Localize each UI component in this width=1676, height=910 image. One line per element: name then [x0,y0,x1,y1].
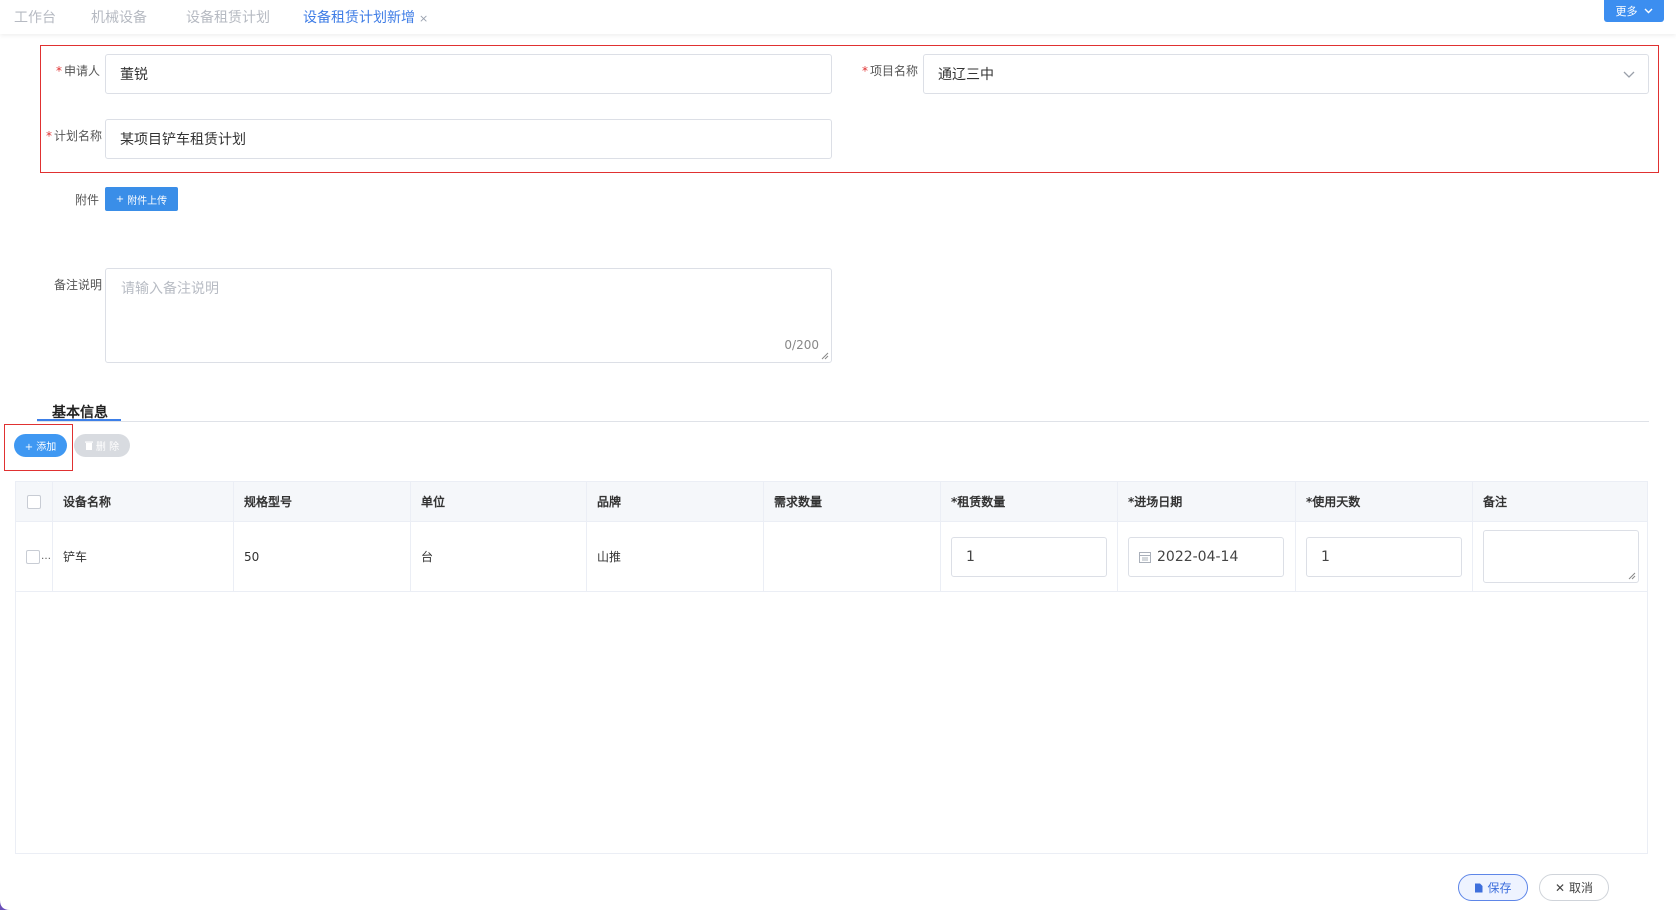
tab-rental-plan-new[interactable]: 设备租赁计划新增 × [303,7,428,27]
more-button[interactable]: 更多 [1604,0,1664,22]
equipment-table: 设备名称 规格型号 单位 品牌 需求数量 *租赁数量 *进场日期 *使用天数 备… [15,481,1648,854]
plus-icon: + [115,193,125,205]
chevron-down-icon [1644,8,1652,14]
plan-name-label: * 计划名称 [46,129,103,143]
row-remark-textarea[interactable] [1483,530,1639,583]
table-row: … 铲车 50 台 山推 1 2022-04-14 1 [16,522,1647,592]
chevron-down-icon [1623,71,1635,78]
column-header: 需求数量 [764,482,941,521]
calendar-icon [1139,551,1151,563]
row-checkbox[interactable] [26,549,40,564]
delete-button[interactable]: 删 除 [74,434,130,457]
save-button[interactable]: 保存 [1458,874,1528,901]
use-days-input[interactable]: 1 [1306,536,1462,577]
remark-char-count: 0/200 [784,338,819,352]
column-header: *使用天数 [1296,482,1473,521]
add-button[interactable]: + 添加 [14,434,67,457]
cell-equipment-name: 铲车 [53,522,234,591]
column-header: 规格型号 [234,482,411,521]
corner-decoration [0,900,10,910]
column-header: 备注 [1483,495,1508,509]
tab-workbench[interactable]: 工作台 [14,7,56,27]
header-checkbox-cell [16,482,53,521]
cell-spec: 50 [234,522,411,591]
section-divider [37,421,1649,422]
document-icon [1475,883,1483,892]
close-icon: ✕ [1554,880,1566,895]
entry-date-value: 2022-04-14 [1157,548,1239,565]
resize-grip-icon[interactable] [821,352,829,360]
project-label: * 项目名称 [862,64,919,78]
rent-qty-input[interactable]: 1 [951,536,1107,577]
table-header: 设备名称 规格型号 单位 品牌 需求数量 *租赁数量 *进场日期 *使用天数 备… [16,482,1647,522]
applicant-label: * 申请人 [56,64,101,78]
save-button-label: 保存 [1487,881,1512,895]
attachment-label: 附件 [75,193,100,207]
project-select-value: 通辽三中 [938,67,994,83]
tab-rental-plan-new-label: 设备租赁计划新增 [303,10,415,26]
resize-grip-icon[interactable] [1628,572,1636,580]
cell-brand: 山推 [587,522,764,591]
column-header: *进场日期 [1118,482,1296,521]
plan-name-input[interactable]: 某项目铲车租赁计划 [105,119,832,159]
select-all-checkbox[interactable] [27,494,41,509]
column-header: 设备名称 [53,482,234,521]
column-header: *租赁数量 [941,482,1118,521]
close-icon[interactable]: × [419,12,428,25]
row-checkbox-cell: … [16,522,53,591]
cancel-button[interactable]: ✕ 取消 [1539,874,1609,901]
project-select[interactable]: 通辽三中 [923,54,1649,94]
applicant-input[interactable]: 董锐 [105,54,832,94]
upload-attachment-button[interactable]: + 附件上传 [105,187,178,211]
cell-entry-date: 2022-04-14 [1118,522,1296,591]
upload-attachment-label: 附件上传 [127,195,168,207]
more-button-label: 更多 [1615,5,1638,18]
cell-unit: 台 [411,522,587,591]
cell-rent-qty: 1 [941,522,1118,591]
column-header: 品牌 [587,482,764,521]
cell-remark [1473,522,1649,591]
remark-textarea[interactable]: 请输入备注说明 0/200 [105,268,832,363]
cell-use-days: 1 [1296,522,1473,591]
column-header: 单位 [411,482,587,521]
delete-button-label: 删 除 [95,442,120,453]
trash-icon [84,441,93,450]
cell-demand-qty [764,522,941,591]
tab-rental-plan[interactable]: 设备租赁计划 [186,7,270,27]
remark-placeholder: 请输入备注说明 [121,281,219,297]
remark-label: 备注说明 [54,278,103,292]
entry-date-picker[interactable]: 2022-04-14 [1128,536,1284,577]
tab-bar: 工作台 机械设备 设备租赁计划 设备租赁计划新增 × 更多 [0,0,1676,34]
tab-machinery[interactable]: 机械设备 [91,7,147,27]
cancel-button-label: 取消 [1569,881,1594,895]
